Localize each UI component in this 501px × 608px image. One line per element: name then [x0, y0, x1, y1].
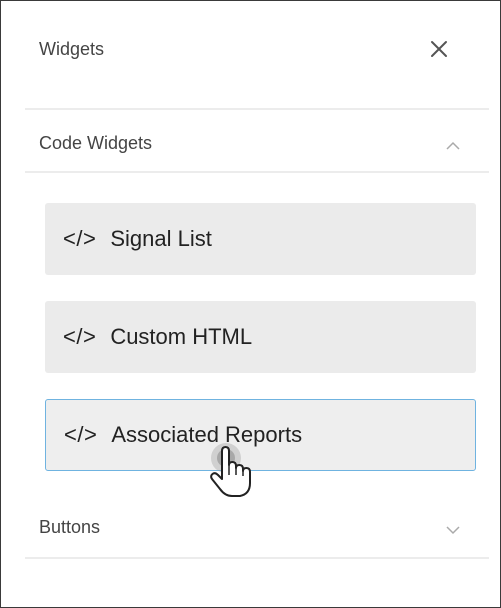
divider — [25, 108, 489, 110]
code-icon: </> — [63, 324, 97, 349]
section-label: Buttons — [39, 517, 101, 537]
widget-label: Signal List — [110, 226, 212, 251]
hand-cursor-icon — [210, 443, 251, 497]
panel-header: Widgets — [1, 1, 500, 109]
divider — [25, 171, 489, 173]
widget-signal-list[interactable]: </> Signal List — [45, 203, 476, 275]
panel-title: Widgets — [39, 39, 105, 59]
widget-custom-html[interactable]: </> Custom HTML — [45, 301, 476, 373]
section-label: Code Widgets — [39, 133, 153, 153]
code-icon: </> — [63, 226, 97, 251]
code-icon: </> — [64, 422, 98, 447]
section-buttons[interactable]: Buttons — [1, 497, 500, 555]
close-icon — [431, 41, 447, 57]
chevron-up-icon — [446, 141, 460, 150]
close-button[interactable] — [425, 35, 453, 63]
widget-label: Custom HTML — [110, 324, 253, 349]
widgets-panel: Widgets Code Widgets </> Signal List </>… — [0, 0, 501, 608]
divider — [25, 557, 489, 559]
chevron-down-icon — [446, 526, 460, 535]
section-code-widgets[interactable]: Code Widgets — [1, 113, 500, 171]
